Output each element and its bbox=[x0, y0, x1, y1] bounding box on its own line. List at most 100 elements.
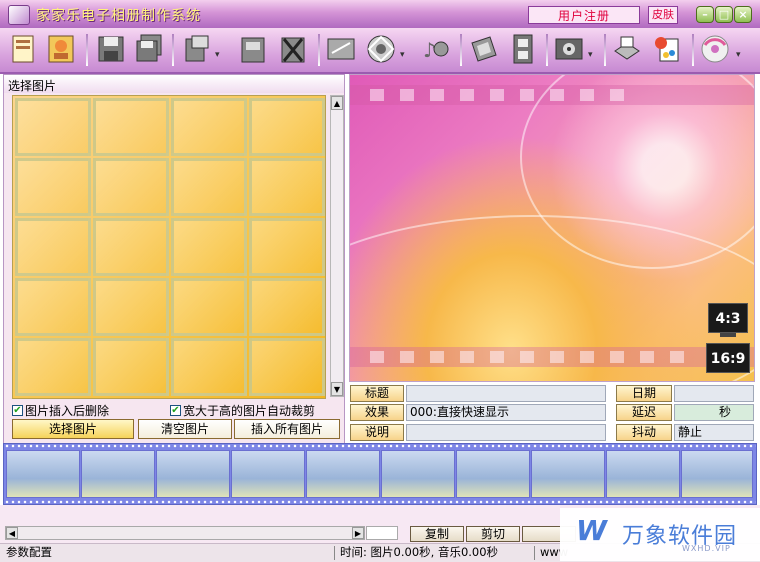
aspect-4-3-button[interactable]: 4:3 bbox=[708, 303, 748, 333]
save-icon[interactable] bbox=[96, 33, 126, 65]
watermark: W 万象软件园 WXHD.VIP bbox=[560, 508, 760, 561]
timeline-frame[interactable] bbox=[6, 450, 80, 498]
thumbnail-grid[interactable] bbox=[12, 95, 326, 399]
thumb-slot[interactable] bbox=[171, 98, 247, 156]
timeline-frame[interactable] bbox=[531, 450, 605, 498]
shake-field[interactable]: 静止 bbox=[674, 424, 754, 441]
timeline-frame[interactable] bbox=[456, 450, 530, 498]
chevron-down-icon[interactable]: ▾ bbox=[215, 50, 220, 60]
thumb-slot[interactable] bbox=[249, 98, 325, 156]
thumb-slot[interactable] bbox=[249, 338, 325, 396]
chevron-down-icon[interactable]: ▾ bbox=[736, 50, 741, 60]
checkmark-icon[interactable]: ✔ bbox=[12, 404, 23, 416]
thumb-slot[interactable] bbox=[93, 218, 169, 276]
paint-palette-icon[interactable] bbox=[652, 33, 682, 65]
date-label[interactable]: 日期 bbox=[616, 385, 672, 402]
insert-all-photos-button[interactable]: 插入所有图片 bbox=[234, 419, 340, 439]
disc-icon[interactable] bbox=[366, 33, 396, 65]
cut-button[interactable]: 剪切 bbox=[466, 526, 520, 542]
auto-crop-checkbox[interactable]: ✔ 宽大于高的图片自动裁剪 bbox=[170, 403, 315, 418]
register-button[interactable]: 用户注册 bbox=[528, 6, 640, 24]
aspect-16-9-button[interactable]: 16:9 bbox=[706, 343, 750, 373]
timeline-frame[interactable] bbox=[156, 450, 230, 498]
delay-label[interactable]: 延迟 bbox=[616, 404, 672, 421]
thumb-slot[interactable] bbox=[171, 278, 247, 336]
title-bar: 家家乐电子相册制作系统 用户注册 皮肤 – □ × bbox=[0, 0, 760, 29]
close-button[interactable]: × bbox=[734, 6, 752, 23]
scroll-right-icon[interactable]: ▶ bbox=[352, 527, 364, 539]
scroll-up-icon[interactable]: ▲ bbox=[331, 96, 343, 110]
thumb-slot[interactable] bbox=[15, 218, 91, 276]
scroll-spacer bbox=[366, 526, 398, 540]
chevron-down-icon[interactable]: ▾ bbox=[400, 50, 405, 60]
timeline-frame[interactable] bbox=[306, 450, 380, 498]
clear-photos-button[interactable]: 清空图片 bbox=[138, 419, 232, 439]
effect-label[interactable]: 效果 bbox=[350, 404, 404, 421]
thumb-slot[interactable] bbox=[171, 218, 247, 276]
new-album-icon[interactable] bbox=[8, 33, 38, 65]
thumb-slot[interactable] bbox=[15, 338, 91, 396]
add-page-icon[interactable] bbox=[182, 33, 212, 65]
watermark-url: WXHD.VIP bbox=[682, 544, 731, 553]
panel-header: 选择图片 bbox=[4, 75, 344, 93]
thumb-slot[interactable] bbox=[15, 98, 91, 156]
film-perforation bbox=[4, 500, 756, 504]
copy-button[interactable]: 复制 bbox=[410, 526, 464, 542]
thumb-slot[interactable] bbox=[93, 338, 169, 396]
burn-disc-icon[interactable] bbox=[700, 33, 730, 65]
checkbox-label: 图片插入后删除 bbox=[25, 403, 110, 418]
timeline-frame[interactable] bbox=[606, 450, 680, 498]
toolbar: ▾ ▾ ♪ ▾ ▾ bbox=[0, 28, 760, 74]
scroll-down-icon[interactable]: ▼ bbox=[331, 382, 343, 396]
thumb-slot[interactable] bbox=[93, 98, 169, 156]
timeline-frame[interactable] bbox=[381, 450, 455, 498]
shake-label[interactable]: 抖动 bbox=[616, 424, 672, 441]
thumb-slot[interactable] bbox=[15, 278, 91, 336]
page-icon[interactable] bbox=[238, 33, 268, 65]
photo-picker-panel: 选择图片 ▲ ▼ ✔ 图片插入后删除 ✔ 宽大于高的图片自动裁剪 选择图片 清空… bbox=[3, 74, 345, 444]
timeline-frame[interactable] bbox=[231, 450, 305, 498]
checkmark-icon[interactable]: ✔ bbox=[170, 404, 181, 416]
open-photos-icon[interactable] bbox=[46, 33, 76, 65]
print-icon[interactable] bbox=[612, 33, 642, 65]
select-photos-button[interactable]: 选择图片 bbox=[12, 419, 134, 439]
thumb-slot[interactable] bbox=[15, 158, 91, 216]
thumb-slot[interactable] bbox=[93, 278, 169, 336]
timeline-frame[interactable] bbox=[681, 450, 753, 498]
timeline-frame[interactable] bbox=[81, 450, 155, 498]
music-icon[interactable]: ♪ bbox=[420, 33, 450, 65]
chevron-down-icon[interactable]: ▾ bbox=[588, 50, 593, 60]
minimize-button[interactable]: – bbox=[696, 6, 714, 23]
window-title: 家家乐电子相册制作系统 bbox=[36, 8, 201, 24]
effect-field[interactable]: 000:直接快速显示 bbox=[406, 404, 606, 421]
thumb-slot[interactable] bbox=[93, 158, 169, 216]
panel-title: 选择图片 bbox=[8, 79, 57, 93]
edit-text-icon[interactable] bbox=[326, 33, 356, 65]
watermark-logo: W bbox=[576, 514, 607, 547]
thumbnail-scrollbar[interactable]: ▲ ▼ bbox=[330, 95, 344, 397]
title-field[interactable] bbox=[406, 385, 606, 402]
thumb-slot[interactable] bbox=[249, 278, 325, 336]
settings-icon[interactable] bbox=[468, 33, 498, 65]
timeline-strip[interactable] bbox=[3, 443, 757, 505]
maximize-button[interactable]: □ bbox=[715, 6, 733, 23]
thumb-slot[interactable] bbox=[171, 338, 247, 396]
thumb-slot[interactable] bbox=[249, 218, 325, 276]
title-label[interactable]: 标题 bbox=[350, 385, 404, 402]
thumb-slot[interactable] bbox=[171, 158, 247, 216]
film-icon[interactable] bbox=[508, 33, 538, 65]
timeline-scrollbar[interactable]: ◀ ▶ bbox=[5, 526, 365, 540]
preview-icon[interactable] bbox=[554, 33, 584, 65]
delete-page-icon[interactable] bbox=[278, 33, 308, 65]
delete-after-insert-checkbox[interactable]: ✔ 图片插入后删除 bbox=[12, 403, 110, 418]
scroll-left-icon[interactable]: ◀ bbox=[6, 527, 18, 539]
save-all-icon[interactable] bbox=[134, 33, 164, 65]
skin-button[interactable]: 皮肤 bbox=[648, 6, 678, 24]
delay-field[interactable]: 秒 bbox=[674, 404, 754, 421]
description-label[interactable]: 说明 bbox=[350, 424, 404, 441]
preview-canvas: 4:3 16:9 bbox=[349, 74, 755, 382]
date-field[interactable] bbox=[674, 385, 754, 402]
thumb-slot[interactable] bbox=[249, 158, 325, 216]
status-time: 时间: 图片0.00秒, 音乐0.00秒 bbox=[340, 545, 499, 559]
description-field[interactable] bbox=[406, 424, 606, 441]
